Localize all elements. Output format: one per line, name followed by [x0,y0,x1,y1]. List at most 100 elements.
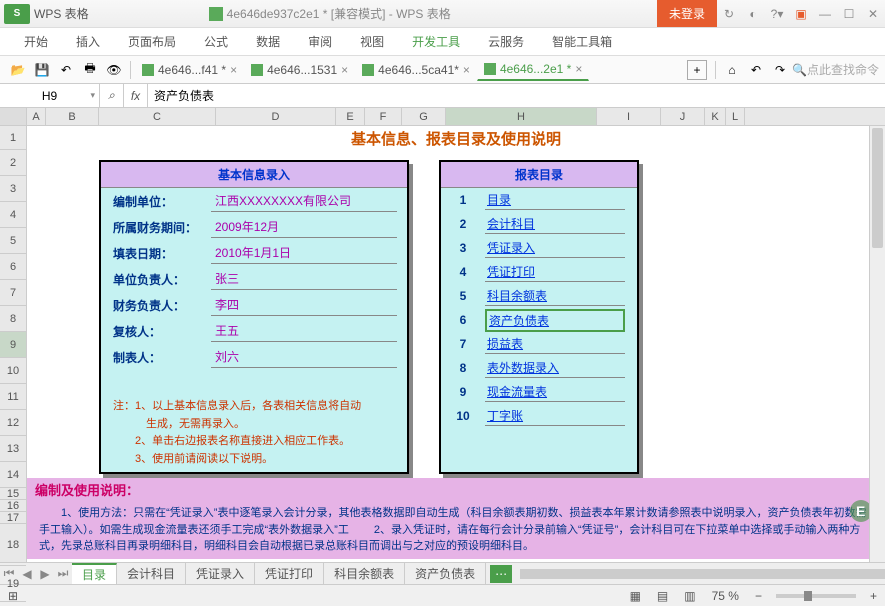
toc-link-会计科目[interactable]: 会计科目 [485,214,625,234]
row-header-17[interactable]: 17 [0,512,26,524]
row-header-8[interactable]: 8 [0,306,26,332]
undo2-icon[interactable]: ↶ [746,60,766,80]
help-icon[interactable]: ?▾ [765,0,789,28]
open-icon[interactable]: 📂 [8,60,28,80]
zoom-out-button[interactable]: − [747,589,770,603]
name-box[interactable]: H9 [0,84,100,107]
sheet-tab-凭证打印[interactable]: 凭证打印 [255,563,324,584]
worksheet-area[interactable]: 基本信息、报表目录及使用说明 基本信息录入 编制单位：江西XXXXXXXX有限公… [27,126,885,562]
home-icon[interactable]: ⌂ [722,60,742,80]
info-value[interactable]: 2009年12月 [211,216,397,238]
preview-icon[interactable]: 👁 [104,60,124,80]
undo-icon[interactable]: ↶ [56,60,76,80]
zoom-slider[interactable] [776,594,856,598]
close-tab-icon[interactable]: × [341,63,348,77]
close-tab-icon[interactable]: × [230,63,237,77]
minimize-icon[interactable]: — [813,0,837,28]
workbook-tab[interactable]: 4e646...5ca41*× [355,59,477,81]
workbook-tab[interactable]: 4e646...f41 *× [135,59,244,81]
more-sheets-button[interactable]: ⋯ [490,565,512,583]
tab-nav-prev[interactable]: ◀ [18,565,36,583]
col-header-K[interactable]: K [705,108,726,125]
row-header-18[interactable]: 18 [0,524,26,566]
row-header-7[interactable]: 7 [0,280,26,306]
sheet-tab-资产负债表[interactable]: 资产负债表 [405,563,486,584]
tab-nav-next[interactable]: ▶ [36,565,54,583]
menu-视图[interactable]: 视图 [346,28,398,55]
row-header-11[interactable]: 11 [0,384,26,410]
close-tab-icon[interactable]: × [575,62,582,76]
row-header-3[interactable]: 3 [0,176,26,202]
command-search[interactable]: 🔍 点此查找命令 [792,61,879,78]
workbook-tab[interactable]: 4e646...1531× [244,59,355,81]
close-icon[interactable]: ✕ [861,0,885,28]
sheet-tab-目录[interactable]: 目录 [72,563,117,584]
toc-link-表外数据录入[interactable]: 表外数据录入 [485,358,625,378]
redo-icon[interactable]: ↷ [770,60,790,80]
horizontal-scrollbar[interactable] [520,567,885,581]
info-value[interactable]: 江西XXXXXXXX有限公司 [211,190,397,212]
toc-link-现金流量表[interactable]: 现金流量表 [485,382,625,402]
menu-审阅[interactable]: 审阅 [294,28,346,55]
row-header-15[interactable]: 15 [0,488,26,500]
col-header-F[interactable]: F [365,108,402,125]
zoom-in-button[interactable]: + [862,589,885,603]
row-header-1[interactable]: 1 [0,126,26,150]
toc-link-凭证打印[interactable]: 凭证打印 [485,262,625,282]
menu-智能工具箱[interactable]: 智能工具箱 [538,28,626,55]
row-header-12[interactable]: 12 [0,410,26,436]
row-header-14[interactable]: 14 [0,462,26,488]
toc-link-目录[interactable]: 目录 [485,190,625,210]
new-tab-button[interactable]: + [687,60,707,80]
toc-link-丁字账[interactable]: 丁字账 [485,406,625,426]
row-header-13[interactable]: 13 [0,436,26,462]
menu-数据[interactable]: 数据 [242,28,294,55]
info-value[interactable]: 王五 [211,320,397,342]
col-header-C[interactable]: C [99,108,216,125]
sync-icon[interactable]: ↻ [717,0,741,28]
toc-link-凭证录入[interactable]: 凭证录入 [485,238,625,258]
col-header-B[interactable]: B [46,108,99,125]
cancel-fx-icon[interactable]: ⌕ [100,84,124,107]
row-header-2[interactable]: 2 [0,150,26,176]
menu-页面布局[interactable]: 页面布局 [114,28,190,55]
col-header-E[interactable]: E [336,108,365,125]
menu-开发工具[interactable]: 开发工具 [398,28,474,55]
row-header-9[interactable]: 9 [0,332,26,358]
info-value[interactable]: 张三 [211,268,397,290]
sheet-tab-会计科目[interactable]: 会计科目 [117,563,186,584]
view-layout-icon[interactable]: ▤ [649,589,676,603]
view-pagebreak-icon[interactable]: ▥ [676,589,703,603]
maximize-icon[interactable]: ☐ [837,0,861,28]
formula-input[interactable] [148,84,885,107]
workbook-tab[interactable]: 4e646...2e1 *× [477,59,589,81]
col-header-L[interactable]: L [726,108,745,125]
menu-开始[interactable]: 开始 [10,28,62,55]
login-button[interactable]: 未登录 [657,0,717,27]
row-header-4[interactable]: 4 [0,202,26,228]
row-header-10[interactable]: 10 [0,358,26,384]
info-value[interactable]: 刘六 [211,346,397,368]
col-header-H[interactable]: H [446,108,597,125]
close-tab-icon[interactable]: × [463,63,470,77]
col-header-J[interactable]: J [661,108,705,125]
print-icon[interactable]: 🖶 [80,60,100,80]
info-value[interactable]: 李四 [211,294,397,316]
fx-button[interactable]: fx [124,84,148,107]
menu-插入[interactable]: 插入 [62,28,114,55]
col-header-I[interactable]: I [597,108,661,125]
toc-link-资产负债表[interactable]: 资产负债表 [485,309,625,332]
view-normal-icon[interactable]: ▦ [622,589,649,603]
col-header-D[interactable]: D [216,108,336,125]
vertical-scrollbar[interactable] [869,126,885,562]
save-icon[interactable]: 💾 [32,60,52,80]
row-header-6[interactable]: 6 [0,254,26,280]
toc-link-损益表[interactable]: 损益表 [485,334,625,354]
col-header-A[interactable]: A [27,108,46,125]
info-value[interactable]: 2010年1月1日 [211,242,397,264]
sheet-tab-凭证录入[interactable]: 凭证录入 [186,563,255,584]
menu-公式[interactable]: 公式 [190,28,242,55]
menu-云服务[interactable]: 云服务 [474,28,538,55]
skin-icon[interactable]: ◐ [741,0,765,28]
ribbon-toggle-icon[interactable]: ▣ [789,0,813,28]
